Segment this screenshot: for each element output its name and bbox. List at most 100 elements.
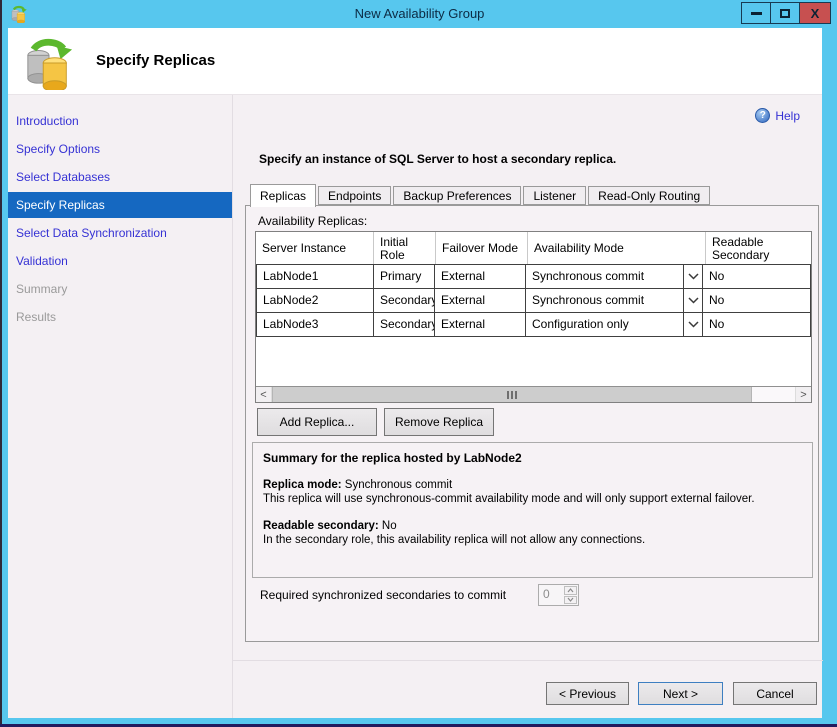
availability-mode-dropdown[interactable]: Synchronous commit (525, 288, 703, 313)
readable-secondary-label: Readable secondary: (263, 520, 379, 532)
footer-divider (233, 660, 823, 661)
grid-header-row: Server Instance Initial Role Failover Mo… (256, 232, 811, 265)
wizard-steps-sidebar: Introduction Specify Options Select Data… (8, 95, 232, 718)
maximize-icon (780, 9, 790, 18)
main-content: ? Help Specify an instance of SQL Server… (232, 95, 822, 718)
dropdown-selected-value: Synchronous commit (526, 289, 683, 312)
dropdown-selected-value: Synchronous commit (526, 265, 683, 288)
summary-title: Summary for the replica hosted by LabNod… (263, 451, 802, 465)
sidebar-item-select-databases[interactable]: Select Databases (8, 163, 232, 191)
availability-replicas-label: Availability Replicas: (258, 214, 367, 228)
grip-icon (511, 391, 513, 399)
cell-failover-mode: External (434, 288, 526, 313)
column-header-initial-role[interactable]: Initial Role (374, 232, 436, 265)
tab-strip: Replicas Endpoints Backup Preferences Li… (250, 183, 712, 206)
replica-mode-description: This replica will use synchronous-commit… (263, 492, 802, 506)
close-icon: X (811, 7, 820, 20)
column-header-readable-secondary[interactable]: Readable Secondary (706, 232, 811, 265)
sidebar-item-results: Results (8, 303, 232, 331)
tab-read-only-routing[interactable]: Read-Only Routing (588, 186, 710, 205)
window-controls: X (742, 2, 831, 24)
grip-icon (507, 391, 509, 399)
help-link[interactable]: ? Help (755, 108, 800, 123)
cell-failover-mode: External (434, 264, 526, 289)
table-row: LabNode1 Primary External Synchronous co… (256, 264, 811, 289)
readable-secondary-cell[interactable]: No (702, 312, 811, 337)
scroll-left-icon[interactable]: < (256, 387, 272, 402)
replicas-database-icon (24, 36, 74, 90)
tab-listener[interactable]: Listener (523, 186, 586, 205)
app-database-icon (10, 5, 28, 23)
grip-icon (515, 391, 517, 399)
cell-server-instance[interactable]: LabNode3 (256, 312, 374, 337)
window-title: New Availability Group (2, 0, 837, 28)
tab-backup-preferences[interactable]: Backup Preferences (393, 186, 521, 205)
wizard-header: Specify Replicas (8, 28, 822, 95)
commit-secondaries-spinner[interactable]: 0 (538, 584, 579, 606)
maximize-button[interactable] (770, 2, 800, 24)
chevron-down-icon[interactable] (683, 265, 702, 288)
column-header-availability-mode[interactable]: Availability Mode (528, 232, 706, 265)
chevron-up-icon (567, 588, 574, 593)
replica-mode-label: Replica mode: (263, 479, 342, 491)
add-replica-button[interactable]: Add Replica... (257, 408, 377, 436)
chevron-down-icon[interactable] (683, 289, 702, 312)
close-button[interactable]: X (799, 2, 831, 24)
chevron-down-icon (567, 597, 574, 602)
spinner-up-button[interactable] (564, 586, 577, 595)
column-header-server-instance[interactable]: Server Instance (256, 232, 374, 265)
availability-mode-dropdown[interactable]: Synchronous commit (525, 264, 703, 289)
minimize-button[interactable] (741, 2, 771, 24)
readable-secondary-line: Readable secondary: No (263, 519, 802, 533)
availability-replicas-grid: Server Instance Initial Role Failover Mo… (255, 231, 812, 403)
table-row: LabNode2 Secondary External Synchronous … (256, 288, 811, 313)
help-label: Help (775, 109, 800, 123)
chevron-down-icon[interactable] (683, 313, 702, 336)
sidebar-item-introduction[interactable]: Introduction (8, 107, 232, 135)
tab-replicas[interactable]: Replicas (250, 184, 316, 207)
titlebar: New Availability Group X (2, 0, 837, 28)
cell-server-instance[interactable]: LabNode1 (256, 264, 374, 289)
cancel-button[interactable]: Cancel (733, 682, 817, 705)
horizontal-scrollbar[interactable]: < > (256, 386, 811, 402)
window-left-edge (0, 0, 2, 727)
sidebar-item-summary: Summary (8, 275, 232, 303)
page-title: Specify Replicas (96, 52, 215, 69)
cell-failover-mode: External (434, 312, 526, 337)
remove-replica-button[interactable]: Remove Replica (384, 408, 494, 436)
cell-initial-role: Primary (373, 264, 435, 289)
tab-endpoints[interactable]: Endpoints (318, 186, 391, 205)
cell-initial-role: Secondary (373, 312, 435, 337)
sidebar-item-specify-options[interactable]: Specify Options (8, 135, 232, 163)
scroll-right-icon[interactable]: > (795, 387, 811, 402)
scrollbar-track[interactable] (752, 387, 795, 402)
cell-server-instance[interactable]: LabNode2 (256, 288, 374, 313)
instruction-text: Specify an instance of SQL Server to hos… (259, 152, 616, 166)
replica-mode-value: Synchronous commit (342, 479, 453, 491)
previous-button[interactable]: < Previous (546, 682, 629, 705)
commit-secondaries-label: Required synchronized secondaries to com… (260, 588, 506, 602)
sidebar-item-validation[interactable]: Validation (8, 247, 232, 275)
readable-secondary-cell[interactable]: No (702, 288, 811, 313)
replicas-tab-panel: Availability Replicas: Server Instance I… (245, 205, 819, 642)
scrollbar-thumb[interactable] (272, 387, 752, 402)
sidebar-item-specify-replicas[interactable]: Specify Replicas (8, 192, 232, 218)
replica-mode-line: Replica mode: Synchronous commit (263, 478, 802, 492)
spacer (263, 506, 802, 519)
dropdown-selected-value: Configuration only (526, 313, 683, 336)
column-header-failover-mode[interactable]: Failover Mode (436, 232, 528, 265)
next-button[interactable]: Next > (638, 682, 723, 705)
spinner-buttons (563, 585, 578, 605)
spinner-down-button[interactable] (564, 596, 577, 605)
replica-summary-box: Summary for the replica hosted by LabNod… (252, 442, 813, 578)
help-icon: ? (755, 108, 770, 123)
readable-secondary-description: In the secondary role, this availability… (263, 533, 802, 547)
availability-mode-dropdown[interactable]: Configuration only (525, 312, 703, 337)
cell-initial-role: Secondary (373, 288, 435, 313)
minimize-icon (751, 12, 762, 15)
spinner-value[interactable]: 0 (539, 585, 563, 605)
table-row: LabNode3 Secondary External Configuratio… (256, 312, 811, 337)
readable-secondary-cell[interactable]: No (702, 264, 811, 289)
dialog-body: Specify Replicas Introduction Specify Op… (8, 28, 822, 718)
sidebar-item-select-data-synchronization[interactable]: Select Data Synchronization (8, 219, 232, 247)
